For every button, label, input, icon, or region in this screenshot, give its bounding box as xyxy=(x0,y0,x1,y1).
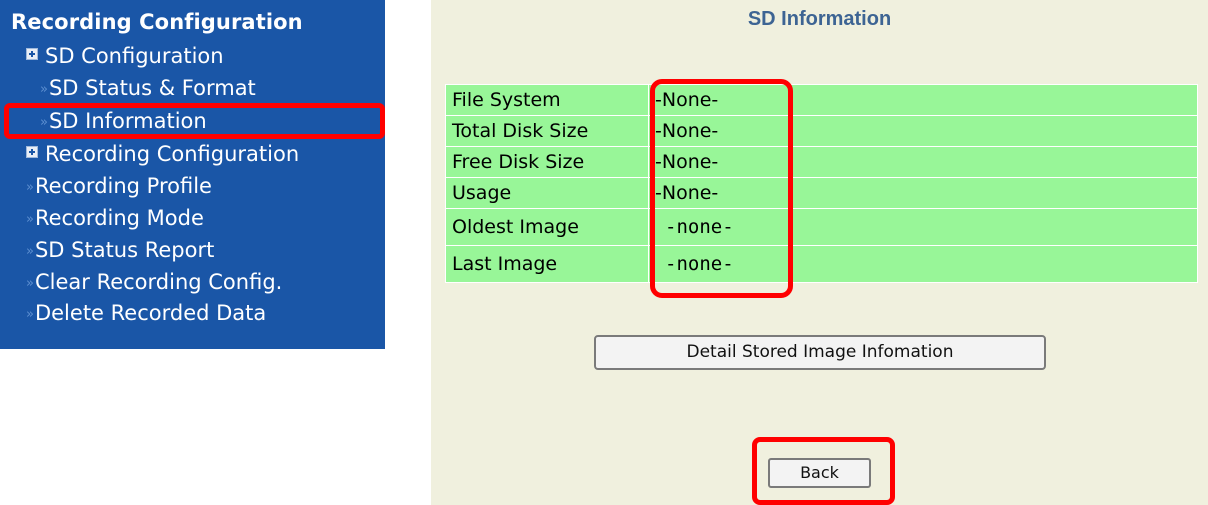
double-chevron-right-icon: » xyxy=(40,82,48,97)
expand-icon[interactable] xyxy=(26,48,38,60)
double-chevron-right-icon: » xyxy=(26,212,34,227)
selected-item-highlight xyxy=(4,103,385,139)
sidebar-item-recording-profile[interactable]: » Recording Profile xyxy=(26,171,212,201)
double-chevron-right-icon: » xyxy=(26,276,34,291)
sidebar-item-delete-recorded-data[interactable]: » Delete Recorded Data xyxy=(26,298,266,328)
sidebar-item-label: SD Status & Format xyxy=(48,76,256,100)
sidebar-item-sd-status-format[interactable]: » SD Status & Format xyxy=(40,73,256,103)
table-row: Usage -None- xyxy=(445,177,1198,209)
sidebar-item-recording-configuration[interactable]: Recording Configuration xyxy=(26,139,299,169)
row-label: Total Disk Size xyxy=(445,115,649,147)
sidebar-item-label: Delete Recorded Data xyxy=(34,301,267,325)
row-label: File System xyxy=(445,84,649,116)
table-row: File System -None- xyxy=(445,84,1198,116)
double-chevron-right-icon: » xyxy=(26,180,34,195)
expand-icon[interactable] xyxy=(26,146,38,158)
sidebar-item-sd-configuration[interactable]: SD Configuration xyxy=(26,41,224,71)
sidebar-item-label: Recording Configuration xyxy=(45,142,300,166)
sidebar-item-label: SD Configuration xyxy=(45,44,224,68)
table-row: Oldest Image -none- xyxy=(445,208,1198,246)
row-label: Usage xyxy=(445,177,649,209)
back-button-highlight xyxy=(752,437,895,505)
sidebar-item-label: Clear Recording Config. xyxy=(34,270,283,294)
sidebar-item-label: Recording Mode xyxy=(34,206,204,230)
sidebar-item-clear-recording-config[interactable]: » Clear Recording Config. xyxy=(26,267,282,297)
values-highlight xyxy=(650,79,793,298)
table-row: Free Disk Size -None- xyxy=(445,146,1198,178)
sd-info-table: File System -None- Total Disk Size -None… xyxy=(445,84,1198,283)
sidebar: Recording Configuration SD Configuration… xyxy=(0,0,385,349)
row-label: Last Image xyxy=(445,245,649,283)
sidebar-item-label: SD Status Report xyxy=(34,238,215,262)
sidebar-title: Recording Configuration xyxy=(11,10,303,34)
table-row: Total Disk Size -None- xyxy=(445,115,1198,147)
sidebar-item-recording-mode[interactable]: » Recording Mode xyxy=(26,203,204,233)
row-label: Oldest Image xyxy=(445,208,649,246)
double-chevron-right-icon: » xyxy=(26,244,34,259)
table-row: Last Image -none- xyxy=(445,245,1198,283)
double-chevron-right-icon: » xyxy=(26,307,34,322)
sidebar-item-label: Recording Profile xyxy=(34,174,212,198)
page-title: SD Information xyxy=(747,8,892,30)
row-label: Free Disk Size xyxy=(445,146,649,178)
sidebar-item-sd-status-report[interactable]: » SD Status Report xyxy=(26,235,214,265)
detail-stored-image-button[interactable]: Detail Stored Image Infomation xyxy=(594,335,1046,370)
